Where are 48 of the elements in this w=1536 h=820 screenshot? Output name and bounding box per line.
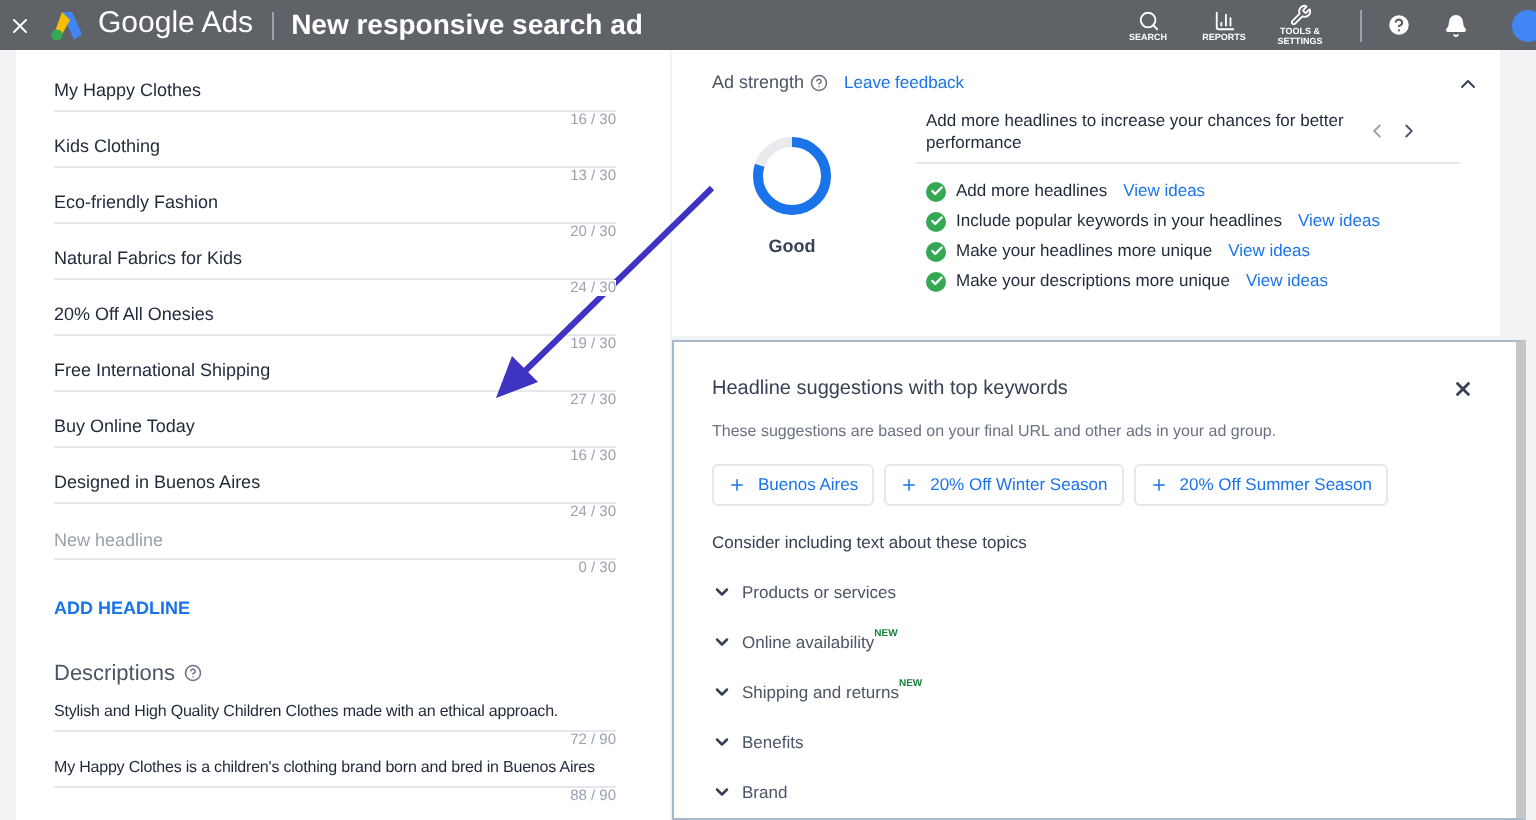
text-field[interactable]: Designed in Buenos Aires bbox=[54, 464, 616, 504]
plus-icon bbox=[1149, 476, 1168, 494]
search-icon bbox=[1137, 9, 1159, 31]
view-ideas-link[interactable]: View ideas bbox=[1123, 178, 1206, 204]
ad-strength-title: Ad strength bbox=[712, 70, 805, 96]
help-icon[interactable] bbox=[183, 664, 202, 683]
topic-item[interactable]: Brand bbox=[712, 767, 788, 818]
plus-icon bbox=[900, 476, 919, 494]
topic-item[interactable]: Products or services bbox=[712, 567, 896, 618]
suggestion-chip[interactable]: Buenos Aires bbox=[712, 464, 875, 506]
text-field[interactable]: Kids Clothing bbox=[54, 128, 616, 168]
close-icon[interactable] bbox=[1452, 378, 1474, 400]
checklist-text: Make your descriptions more unique bbox=[956, 268, 1231, 294]
checklist-text: Make your headlines more unique bbox=[956, 238, 1213, 264]
close-icon[interactable] bbox=[8, 13, 32, 37]
plus-icon bbox=[728, 476, 746, 494]
text-field[interactable]: Eco-friendly Fashion bbox=[54, 184, 616, 224]
view-ideas-link[interactable]: View ideas bbox=[1228, 238, 1311, 264]
page-title: New responsive search ad bbox=[291, 6, 643, 44]
strength-rating: Good bbox=[768, 233, 816, 259]
text-field[interactable]: 20% Off All Onesies bbox=[54, 296, 616, 336]
topic-item[interactable]: Benefits bbox=[712, 717, 804, 768]
checklist-text: Include popular keywords in your headlines bbox=[956, 208, 1283, 234]
panel-subtitle: These suggestions are based on your final URL and other ads in your ad group. bbox=[712, 420, 1279, 444]
bar-chart-icon bbox=[1213, 9, 1235, 31]
leave-feedback-link[interactable]: Leave feedback bbox=[844, 70, 965, 97]
topics-title: Consider including text about these topics bbox=[712, 530, 1029, 556]
brand-name: Google Ads bbox=[98, 4, 254, 45]
checklist-text: Add more headlines bbox=[956, 178, 1108, 204]
help-icon[interactable] bbox=[810, 74, 829, 93]
help-icon[interactable] bbox=[1386, 12, 1412, 38]
text-field[interactable]: My Happy Clothes is a children's clothing brand born and bred in Buenos Aires bbox=[54, 748, 616, 788]
suggestion-chip[interactable]: 20% Off Winter Season bbox=[884, 464, 1124, 506]
text-field[interactable]: Natural Fabrics for Kids bbox=[54, 240, 616, 280]
view-ideas-link[interactable]: View ideas bbox=[1298, 208, 1380, 234]
panel-title: Headline suggestions with top keywords bbox=[712, 376, 1068, 404]
tip-text: Add more headlines to increase your chances for better performance bbox=[926, 109, 1346, 153]
suggestion-chip[interactable]: 20% Off Summer Season bbox=[1133, 464, 1388, 506]
text-field[interactable]: New headline bbox=[54, 520, 616, 560]
view-ideas-link[interactable]: View ideas bbox=[1246, 268, 1328, 294]
text-field[interactable]: My Happy Clothes bbox=[54, 72, 616, 112]
section-title: Descriptions bbox=[54, 659, 176, 689]
bell-icon[interactable] bbox=[1444, 13, 1468, 37]
text-field[interactable]: Buy Online Today bbox=[54, 408, 616, 448]
add-headline-link[interactable]: ADD HEADLINE bbox=[54, 596, 191, 623]
text-field[interactable]: Stylish and High Quality Children Clothes made with an ethical approach. bbox=[54, 692, 616, 732]
logo-icon bbox=[48, 9, 88, 41]
wrench-icon bbox=[1289, 4, 1311, 26]
